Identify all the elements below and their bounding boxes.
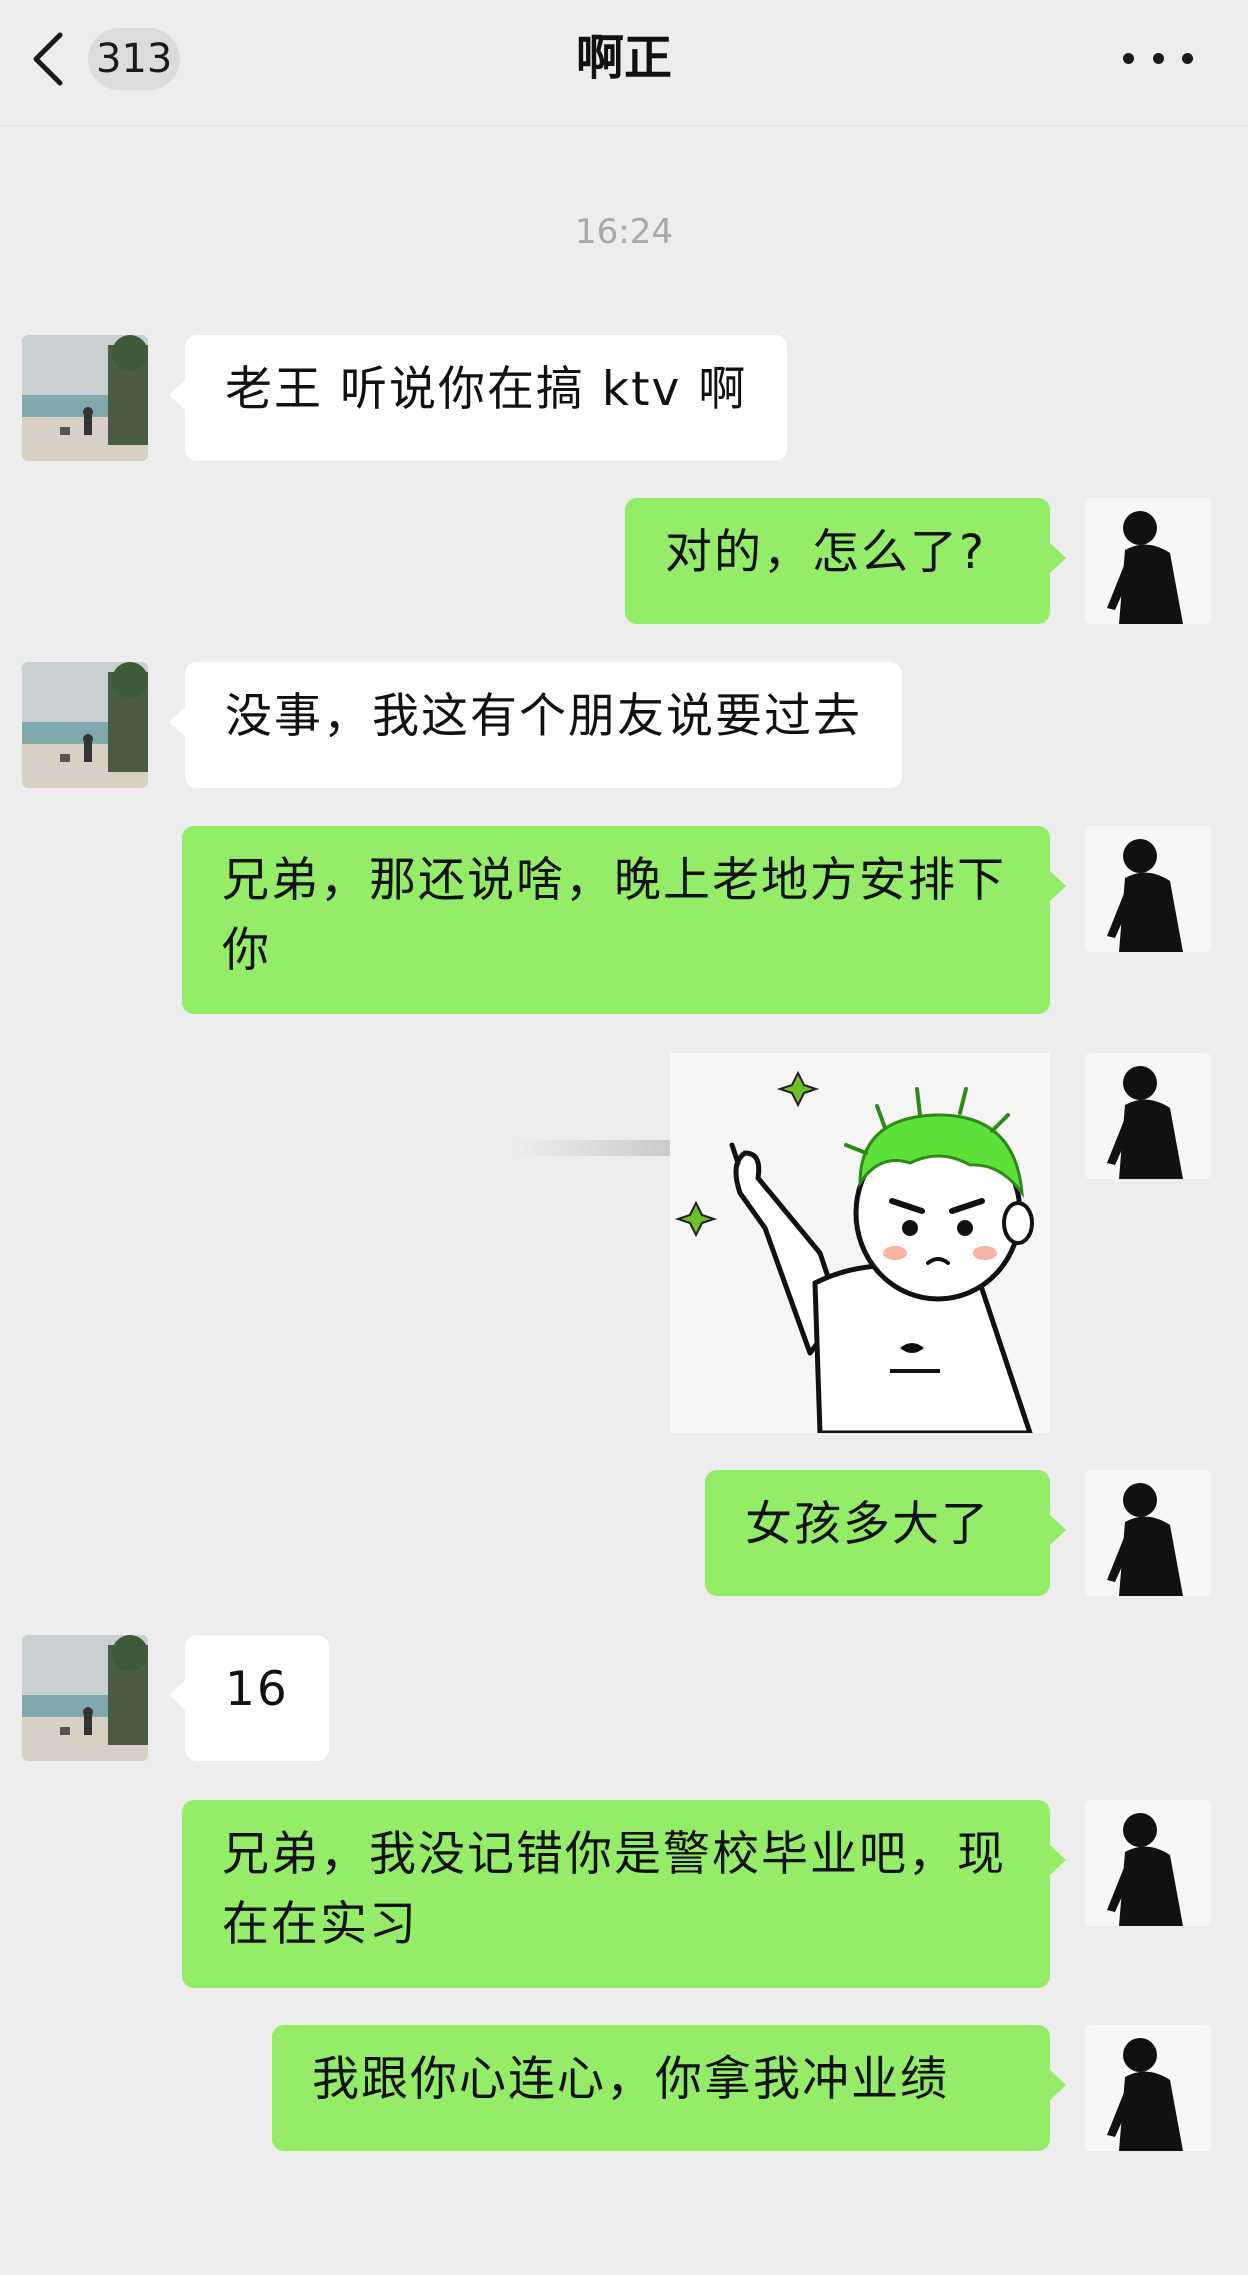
my-avatar[interactable] <box>1085 2025 1211 2151</box>
my-avatar[interactable] <box>1085 1470 1211 1596</box>
chat-title: 啊正 <box>575 30 672 86</box>
chat-header: 313 啊正 <box>0 0 1248 126</box>
contact-avatar[interactable] <box>22 335 148 461</box>
incoming-message-bubble[interactable]: 没事，我这有个朋友说要过去 <box>169 662 902 788</box>
incoming-message-bubble[interactable]: 老王 听说你在搞 ktv 啊 <box>168 335 788 461</box>
message-timestamp: 16:24 <box>575 212 673 252</box>
my-avatar[interactable] <box>1085 1053 1211 1179</box>
more-dots-icon <box>1123 52 1134 64</box>
my-avatar[interactable] <box>1085 826 1211 952</box>
more-button[interactable] <box>1123 30 1193 86</box>
outgoing-message-bubble[interactable]: 我跟你心连心，你拿我冲业绩 <box>272 2025 1066 2151</box>
green-hair-boy-pointing-sticker[interactable] <box>670 1053 1050 1433</box>
outgoing-message-bubble[interactable]: 对的，怎么了? <box>625 498 1066 624</box>
incoming-message-bubble[interactable]: 16 <box>169 1635 329 1761</box>
contact-avatar[interactable] <box>22 1635 148 1761</box>
contact-avatar[interactable] <box>22 662 148 788</box>
outgoing-message-bubble[interactable]: 兄弟，那还说啥，晚上老地方安排下你 <box>182 826 1066 1014</box>
my-avatar[interactable] <box>1085 498 1211 624</box>
outgoing-message-bubble[interactable]: 女孩多大了 <box>705 1470 1066 1596</box>
my-avatar[interactable] <box>1085 1800 1211 1926</box>
outgoing-message-bubble[interactable]: 兄弟，我没记错你是警校毕业吧，现在在实习 <box>182 1800 1066 1988</box>
